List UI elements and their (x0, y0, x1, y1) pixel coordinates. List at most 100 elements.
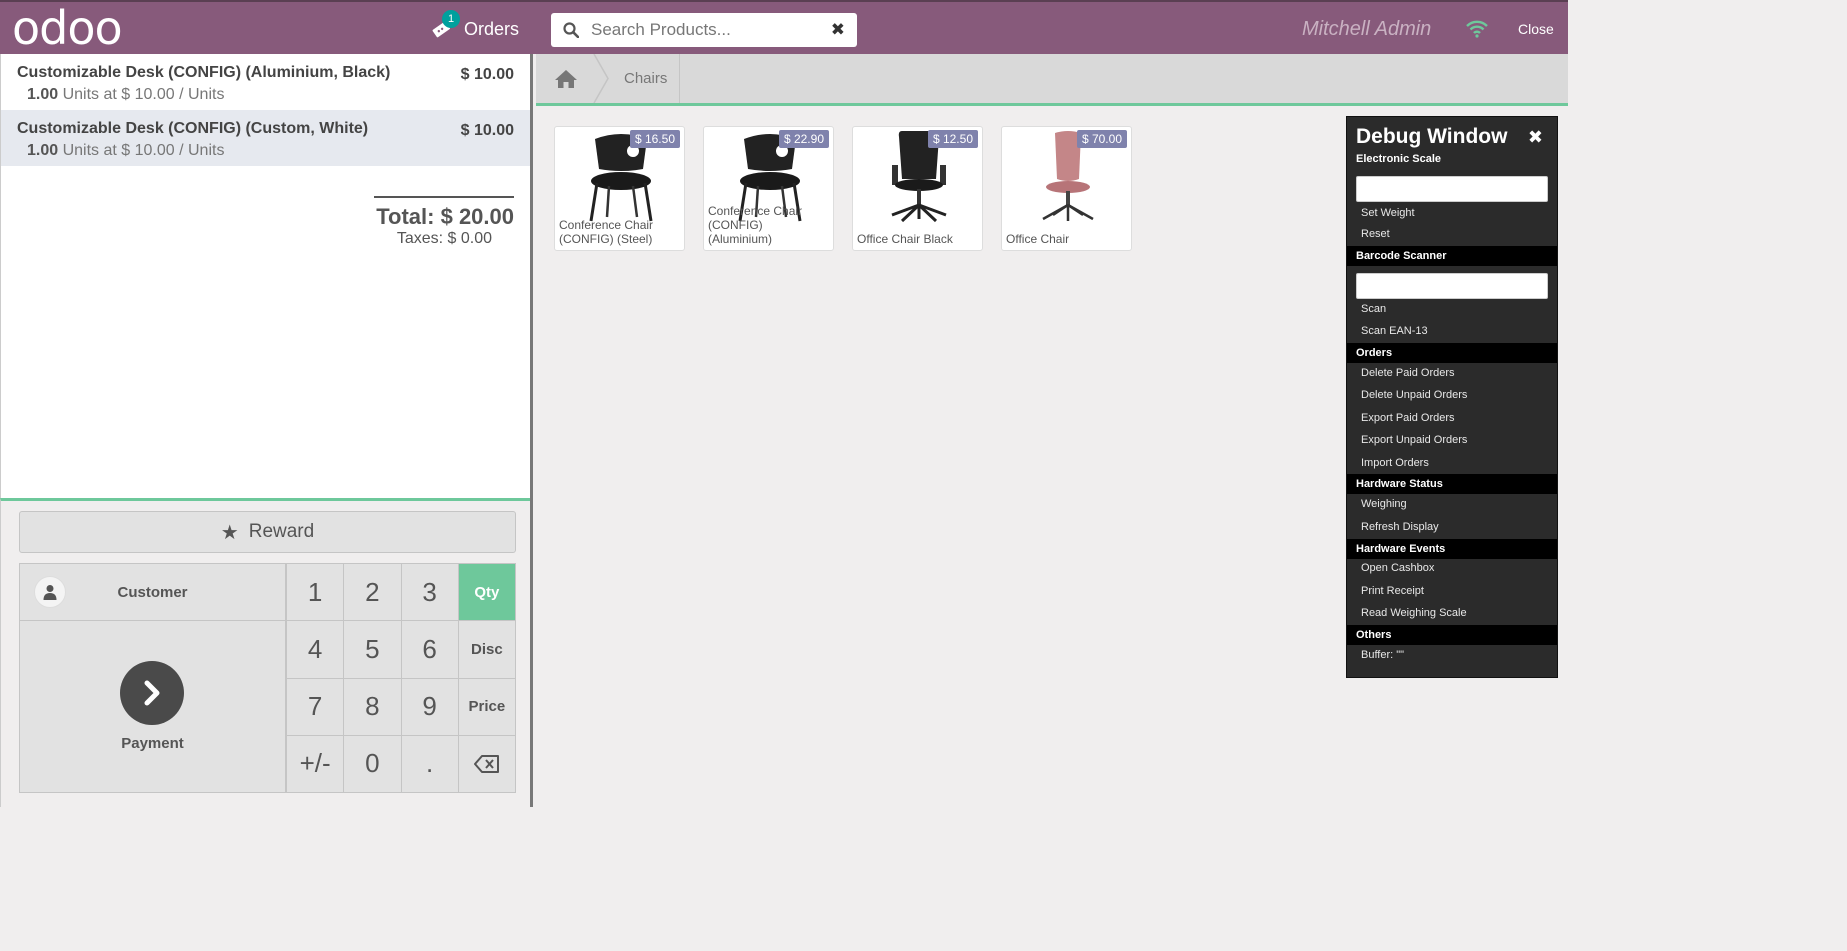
search-icon (551, 22, 591, 38)
product-card[interactable]: $ 22.90 Conference Chair (CONFIG) (Alumi… (703, 126, 834, 251)
product-price: $ 70.00 (1076, 130, 1127, 148)
weighing-status[interactable]: Weighing (1361, 498, 1407, 510)
product-price: $ 12.50 (927, 130, 978, 148)
order-line-info: 1.00 Units at $ 10.00 / Units (17, 86, 514, 104)
debug-section-hardware-status: Hardware Status (1347, 474, 1557, 494)
product-name: Conference Chair (CONFIG) (Steel) (559, 218, 654, 246)
numpad-key-dot[interactable]: . (400, 735, 458, 793)
orders-button[interactable]: 1 Orders (430, 10, 520, 44)
ticket-icon: 1 (430, 10, 460, 40)
breadcrumb-separator (593, 54, 609, 103)
product-card[interactable]: $ 12.50 Office Chair Black (852, 126, 983, 251)
breadcrumb-category[interactable]: Chairs (614, 54, 681, 103)
reset-button[interactable]: Reset (1361, 228, 1390, 240)
control-pane: ★ Reward Customer Payment 1 2 3 Qty 4 5 … (0, 498, 530, 807)
customer-label: Customer (117, 584, 188, 601)
orders-count-badge: 1 (442, 10, 460, 28)
delete-unpaid-orders-button[interactable]: Delete Unpaid Orders (1361, 389, 1467, 401)
search-bar: ✖ (551, 13, 857, 47)
orders-label: Orders (464, 18, 520, 39)
actionpad: Customer Payment (19, 563, 286, 793)
home-icon[interactable] (536, 54, 596, 103)
mode-price-button[interactable]: Price (457, 678, 515, 736)
payment-button[interactable]: Payment (20, 621, 285, 792)
numpad-key-3[interactable]: 3 (400, 564, 458, 622)
user-name: Mitchell Admin (1302, 18, 1432, 40)
product-price: $ 16.50 (629, 130, 680, 148)
debug-window: Debug Window ✖ Electronic Scale Set Weig… (1346, 116, 1558, 678)
order-line-qty: 1.00 (27, 142, 59, 159)
close-icon[interactable]: ✖ (1528, 127, 1543, 148)
delete-paid-orders-button[interactable]: Delete Paid Orders (1361, 367, 1455, 379)
print-receipt-button[interactable]: Print Receipt (1361, 585, 1424, 597)
reward-button[interactable]: ★ Reward (19, 511, 516, 553)
order-line[interactable]: Customizable Desk (CONFIG) (Custom, Whit… (1, 110, 530, 166)
order-line-unit: Units at $ 10.00 / Units (62, 142, 225, 159)
debug-section-electronic-scale: Electronic Scale (1356, 153, 1441, 165)
order-line-unit: Units at $ 10.00 / Units (62, 86, 225, 103)
numpad: 1 2 3 Qty 4 5 6 Disc 7 8 9 Price +/- 0 . (286, 563, 516, 793)
numpad-key-plus-minus[interactable]: +/- (286, 735, 344, 793)
mode-disc-button[interactable]: Disc (457, 621, 515, 679)
product-card[interactable]: $ 16.50 Conference Chair (CONFIG) (Steel… (554, 126, 685, 251)
export-paid-orders-button[interactable]: Export Paid Orders (1361, 412, 1455, 424)
numpad-key-7[interactable]: 7 (286, 678, 344, 736)
numpad-key-5[interactable]: 5 (343, 621, 401, 679)
debug-section-orders: Orders (1347, 343, 1557, 363)
star-icon: ★ (220, 521, 239, 544)
product-name: Conference Chair (CONFIG) (Aluminium) (708, 204, 803, 246)
top-bar: odoo 1 Orders ✖ Mitchell Admin Close (0, 0, 1568, 54)
payment-label: Payment (121, 735, 184, 752)
buffer-value: Buffer: "" (1361, 649, 1405, 661)
refresh-display-button[interactable]: Refresh Display (1361, 521, 1439, 533)
scan-ean13-button[interactable]: Scan EAN-13 (1361, 325, 1428, 337)
product-price: $ 22.90 (778, 130, 829, 148)
scan-button[interactable]: Scan (1361, 303, 1386, 315)
numpad-key-6[interactable]: 6 (400, 621, 458, 679)
numpad-key-4[interactable]: 4 (286, 621, 344, 679)
product-list: $ 16.50 Conference Chair (CONFIG) (Steel… (554, 126, 1132, 251)
numpad-key-1[interactable]: 1 (286, 564, 344, 622)
customer-button[interactable]: Customer (20, 564, 285, 621)
debug-section-others: Others (1347, 625, 1557, 645)
order-line-info: 1.00 Units at $ 10.00 / Units (17, 142, 514, 160)
order-line-name: Customizable Desk (CONFIG) (Custom, Whit… (17, 120, 369, 137)
product-name: Office Chair Black (857, 232, 953, 246)
clear-search-icon[interactable]: ✖ (831, 20, 845, 40)
order-line-price: $ 10.00 (460, 66, 514, 83)
numpad-key-9[interactable]: 9 (400, 678, 458, 736)
order-summary: Total: $ 20.00 Taxes: $ 0.00 (374, 196, 514, 248)
search-input[interactable] (591, 20, 821, 40)
breadcrumb: Chairs (536, 54, 1568, 106)
numpad-key-2[interactable]: 2 (343, 564, 401, 622)
barcode-input[interactable] (1356, 273, 1548, 299)
order-lines: Customizable Desk (CONFIG) (Aluminium, B… (0, 54, 530, 498)
numpad-key-8[interactable]: 8 (343, 678, 401, 736)
order-taxes: Taxes: $ 0.00 (396, 230, 492, 247)
debug-title: Debug Window (1356, 125, 1508, 148)
export-unpaid-orders-button[interactable]: Export Unpaid Orders (1361, 434, 1467, 446)
order-pane: Customizable Desk (CONFIG) (Aluminium, B… (0, 54, 533, 807)
product-card[interactable]: $ 70.00 Office Chair (1001, 126, 1132, 251)
debug-section-hardware-events: Hardware Events (1347, 539, 1557, 559)
order-line-name: Customizable Desk (CONFIG) (Aluminium, B… (17, 64, 391, 81)
order-total: Total: $ 20.00 (376, 204, 514, 229)
open-cashbox-button[interactable]: Open Cashbox (1361, 562, 1434, 574)
read-weighing-scale-button[interactable]: Read Weighing Scale (1361, 607, 1467, 619)
wifi-icon[interactable] (1465, 19, 1489, 39)
import-orders-button[interactable]: Import Orders (1361, 457, 1429, 469)
reward-label: Reward (248, 521, 315, 542)
odoo-logo: odoo (12, 1, 123, 55)
product-name: Office Chair (1006, 232, 1070, 246)
debug-section-barcode-scanner: Barcode Scanner (1347, 246, 1557, 266)
chevron-right-icon (120, 661, 184, 725)
numpad-key-0[interactable]: 0 (343, 735, 401, 793)
set-weight-button[interactable]: Set Weight (1361, 207, 1415, 219)
mode-qty-button[interactable]: Qty (457, 564, 515, 622)
close-button[interactable]: Close (1518, 21, 1554, 37)
backspace-icon[interactable] (457, 735, 515, 793)
order-line-price: $ 10.00 (460, 122, 514, 139)
order-line[interactable]: Customizable Desk (CONFIG) (Aluminium, B… (1, 54, 530, 110)
weight-input[interactable] (1356, 176, 1548, 202)
order-line-qty: 1.00 (27, 86, 59, 103)
